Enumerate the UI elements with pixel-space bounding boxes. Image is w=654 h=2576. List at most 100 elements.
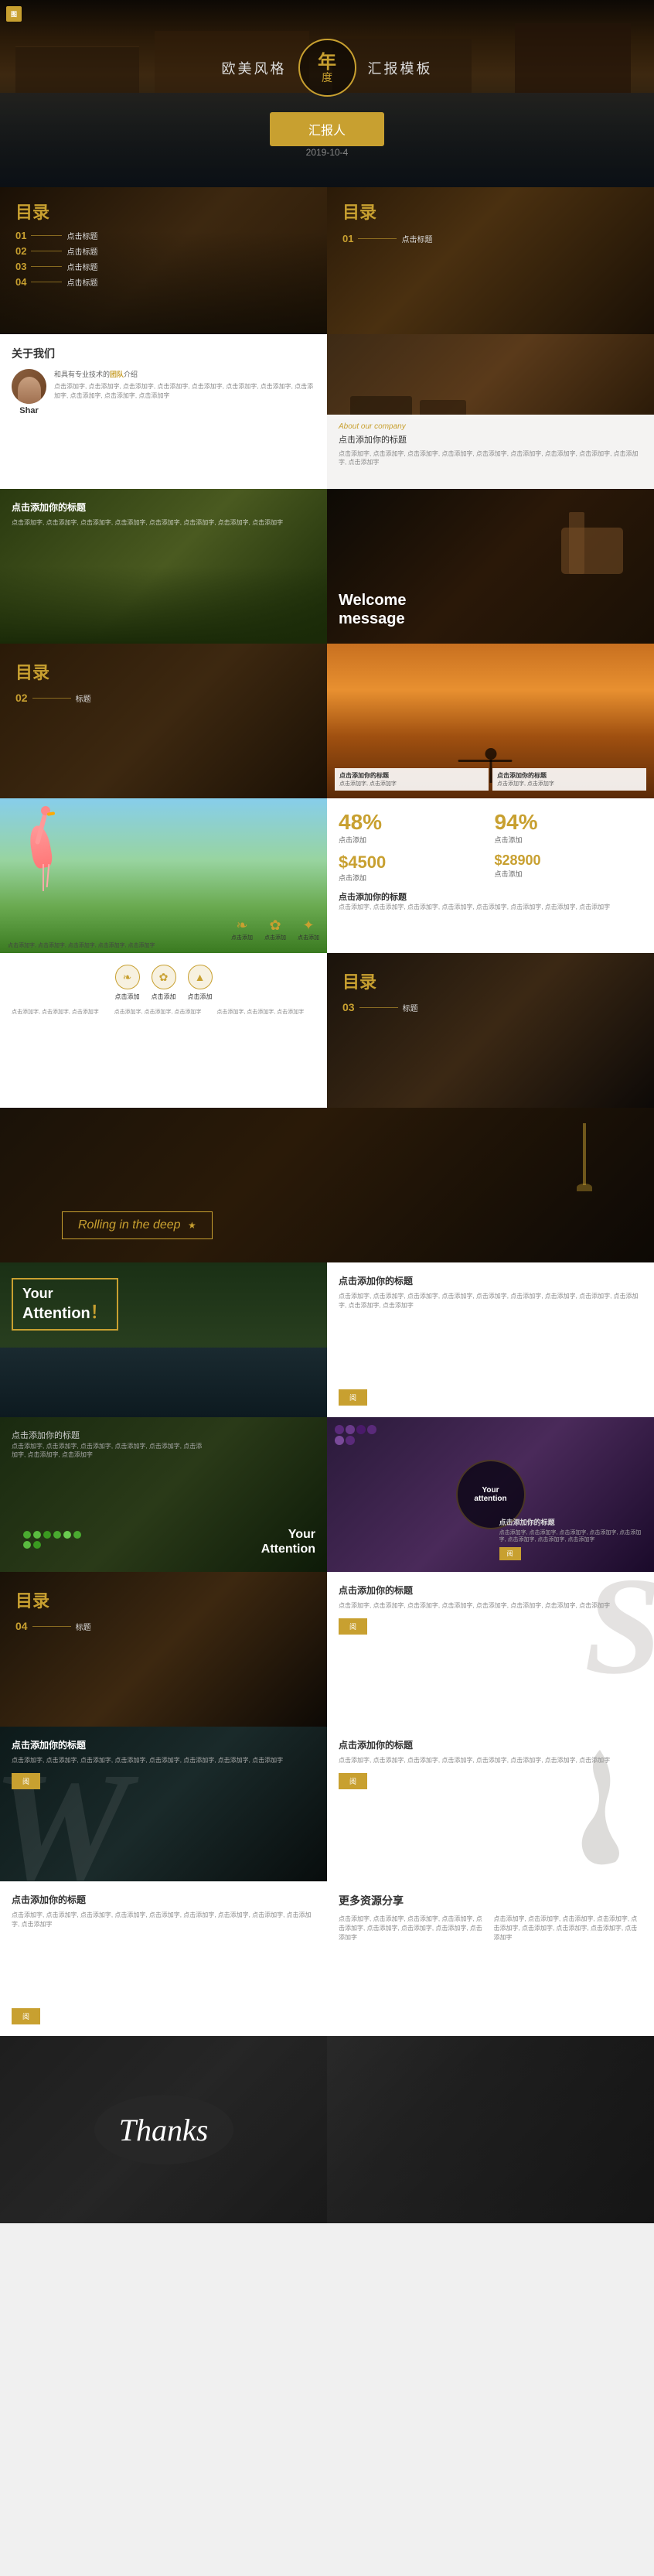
stat3: $4500 点击添加: [339, 852, 487, 883]
hero-title-row: 欧美风格 年 度 汇报模板: [0, 39, 654, 97]
icon-text2: 点击添加字, 点击添加字, 点击添加字: [114, 1009, 213, 1016]
toc1-content: 目录 01 点击标题 02 点击标题 03 点击标题 04 点击标题: [15, 199, 97, 292]
flamingo-icon1: ❧ 点击添加: [231, 917, 253, 941]
about-text-area: 和具有专业技术的团队介绍 点击添加字, 点击添加字, 点击添加字, 点击添加字,…: [54, 369, 315, 401]
toc1-item4[interactable]: 04 点击标题: [15, 276, 97, 288]
brush-w-title: 点击添加你的标题: [12, 1738, 315, 1751]
toc2-item1[interactable]: 01 点击标题: [342, 233, 432, 244]
attention1-box: YourAttention！: [12, 1278, 118, 1331]
brush-w-dark-slide: W 点击添加你的标题 点击添加字, 点击添加字, 点击添加字, 点击添加字, 点…: [0, 1727, 327, 1881]
rolling-text: Rolling in the deep: [78, 1218, 181, 1232]
hero-badge-top: 年: [318, 53, 336, 72]
icon-circle3: ▲: [188, 965, 213, 989]
about-text: 点击添加字, 点击添加字, 点击添加字, 点击添加字, 点击添加字, 点击添加字…: [54, 382, 315, 401]
thanks-slide: Thanks: [0, 2036, 654, 2223]
brush-s-btn[interactable]: 阅: [339, 1618, 367, 1635]
hero-button-row: 汇报人: [0, 112, 654, 146]
toc03-content: 目录 03 标题: [342, 969, 418, 1013]
attention-slide-1: YourAttention！: [0, 1262, 327, 1417]
toc-slide-1: 目录 01 点击标题 02 点击标题 03 点击标题 04 点击标题: [0, 187, 327, 334]
more-grid: 点击添加字, 点击添加字, 点击添加字, 点击添加字, 点击添加字, 点击添加字…: [339, 1915, 642, 1942]
stat1-num: 48%: [339, 810, 487, 835]
brush-w-btn[interactable]: 阅: [12, 1773, 40, 1789]
toc-02-slide: 目录 02 标题: [0, 644, 327, 798]
final-btn[interactable]: 阅: [12, 2008, 40, 2024]
toc-03-slide: 目录 03 标题: [327, 953, 654, 1108]
toc02-item[interactable]: 02 标题: [15, 692, 91, 704]
reporter-button[interactable]: 汇报人: [270, 112, 384, 146]
icon-row: ❧ 点击添加 ✿ 点击添加 ▲ 点击添加: [12, 965, 315, 1001]
attention1-text: YourAttention！: [22, 1286, 107, 1323]
flamingo: [19, 810, 39, 852]
brush-s-slide: S 点击添加你的标题 点击添加字, 点击添加字, 点击添加字, 点击添加字, 点…: [327, 1572, 654, 1727]
grapes-content: 点击添加你的标题 点击添加字, 点击添加字, 点击添加字, 点击添加字, 点击添…: [499, 1517, 646, 1560]
content1-btn[interactable]: 阅: [339, 1389, 367, 1406]
hero-date: 2019-10-4: [0, 145, 654, 159]
content1-text: 点击添加字, 点击添加字, 点击添加字, 点击添加字, 点击添加字, 点击添加字…: [339, 1292, 642, 1383]
toc04-item[interactable]: 04 标题: [15, 1620, 91, 1632]
slide4-text: 点击添加字, 点击添加字, 点击添加字, 点击添加字, 点击添加字, 点击添加字…: [12, 518, 283, 528]
toc1-item1[interactable]: 01 点击标题: [15, 230, 97, 241]
flamingo-icon2: ✿ 点击添加: [264, 917, 286, 941]
toc1-item2[interactable]: 02 点击标题: [15, 245, 97, 257]
brush-gesture-btn[interactable]: 阅: [339, 1773, 367, 1789]
icon-item3: ▲ 点击添加: [188, 965, 213, 1001]
brush-gesture-text: 点击添加字, 点击添加字, 点击添加字, 点击添加字, 点击添加字, 点击添加字…: [339, 1756, 642, 1765]
rolling-text-inner: Rolling in the deep ★: [62, 1211, 213, 1239]
grapes-btn[interactable]: 阅: [499, 1547, 521, 1560]
icon-circle2: ✿: [152, 965, 176, 989]
brush-s-text: 点击添加字, 点击添加字, 点击添加字, 点击添加字, 点击添加字, 点击添加字…: [339, 1601, 642, 1611]
hero-badge-bottom: 度: [322, 72, 332, 83]
content-btn-slide-1: 点击添加你的标题 点击添加字, 点击添加字, 点击添加字, 点击添加字, 点击添…: [327, 1262, 654, 1417]
toc1-title: 目录: [15, 199, 97, 224]
stat4-label: 点击添加: [495, 869, 643, 879]
about-company-title: 点击添加你的标题: [339, 433, 642, 446]
thanks-text: Thanks: [119, 2112, 209, 2148]
icon-circle1: ❧: [115, 965, 140, 989]
final-content-slide: 点击添加你的标题 点击添加字, 点击添加字, 点击添加字, 点击添加字, 点击添…: [0, 1881, 327, 2036]
welcome-title: Welcomemessage: [339, 591, 406, 628]
stat2-label: 点击添加: [495, 835, 643, 845]
content1-title: 点击添加你的标题: [339, 1274, 642, 1287]
flamingo-icons: ❧ 点击添加 ✿ 点击添加 ✦ 点击添加: [8, 917, 319, 941]
brush-w-text: 点击添加字, 点击添加字, 点击添加字, 点击添加字, 点击添加字, 点击添加字…: [12, 1756, 315, 1765]
more-title: 更多资源分享: [339, 1893, 642, 1908]
final-btn-row: 阅: [12, 2008, 315, 2024]
hero-left-text: 欧美风格: [222, 58, 287, 78]
stat3-label: 点击添加: [339, 873, 487, 883]
more-text2: 点击添加字, 点击添加字, 点击添加字, 点击添加字, 点击添加字, 点击添加字…: [494, 1915, 643, 1942]
icon-text-grid: 点击添加字, 点击添加字, 点击添加字 点击添加字, 点击添加字, 点击添加字 …: [12, 1009, 315, 1016]
toc2-title: 目录: [342, 199, 432, 224]
thanks-right-half: [327, 2036, 654, 2223]
rolling-lamp: [577, 1123, 592, 1191]
about-us-title: 关于我们: [12, 346, 315, 361]
flamingo-text: 点击添加字, 点击添加字, 点击添加字, 点击添加字, 点击添加字: [8, 941, 319, 949]
rolling-slide: Rolling in the deep ★: [0, 1108, 654, 1262]
brush-s-content: 点击添加你的标题 点击添加字, 点击添加字, 点击添加字, 点击添加字, 点击添…: [327, 1572, 654, 1646]
final-text: 点击添加字, 点击添加字, 点击添加字, 点击添加字, 点击添加字, 点击添加字…: [12, 1911, 315, 2002]
stat3-num: $4500: [339, 852, 487, 873]
person-boxes: 点击添加你的标题 点击添加字, 点击添加字 点击添加你的标题 点击添加字, 点击…: [335, 768, 646, 791]
person-slide: 点击添加你的标题 点击添加字, 点击添加字 点击添加你的标题 点击添加字, 点击…: [327, 644, 654, 798]
more-resources-slide: 更多资源分享 点击添加字, 点击添加字, 点击添加字, 点击添加字, 点击添加字…: [327, 1881, 654, 2036]
rolling-bg: [0, 1108, 654, 1262]
icon-item2: ✿ 点击添加: [152, 965, 176, 1001]
toc1-item3[interactable]: 03 点击标题: [15, 261, 97, 272]
stat1-label: 点击添加: [339, 835, 487, 845]
toc02-content: 目录 02 标题: [15, 659, 91, 704]
add-title-slide-1: 点击添加你的标题 点击添加字, 点击添加字, 点击添加字, 点击添加字, 点击添…: [0, 489, 327, 644]
toc04-title: 目录: [15, 1587, 91, 1612]
stats-grid: 48% 点击添加 94% 点击添加 $4500 点击添加 $28900 点击添加: [339, 810, 642, 883]
brush-gesture-title: 点击添加你的标题: [339, 1738, 642, 1751]
toc03-item[interactable]: 03 标题: [342, 1001, 418, 1013]
about-company-img: [327, 334, 654, 419]
person-box1-text: 点击添加字, 点击添加字: [339, 780, 484, 787]
stats-slide: 48% 点击添加 94% 点击添加 $4500 点击添加 $28900 点击添加…: [327, 798, 654, 953]
three-icons-slide: ❧ 点击添加 ✿ 点击添加 ▲ 点击添加 点击添加字, 点击添加字, 点击添加字…: [0, 953, 327, 1108]
about-us-row: Shar 和具有专业技术的团队介绍 点击添加字, 点击添加字, 点击添加字, 点…: [12, 369, 315, 415]
about-avatar: [12, 369, 46, 404]
welcome-slide: Welcomemessage: [327, 489, 654, 644]
toc2-content: 目录 01 点击标题: [342, 199, 432, 248]
berries-text: 点击添加字, 点击添加字, 点击添加字, 点击添加字, 点击添加字, 点击添加字…: [12, 1442, 208, 1459]
icon-item1: ❧ 点击添加: [115, 965, 140, 1001]
